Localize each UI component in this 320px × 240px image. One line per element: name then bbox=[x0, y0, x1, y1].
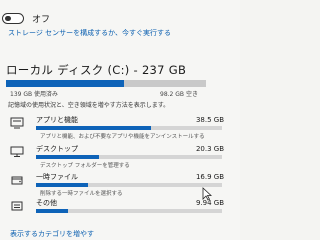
disk-title: ローカル ディスク (C:) - 237 GB bbox=[6, 63, 187, 77]
category-usage-bar bbox=[36, 126, 222, 130]
category-usage-fill bbox=[36, 155, 100, 159]
category-desktop[interactable]: デスクトップ 20.3 GB デスクトップ フォルダーを管理する bbox=[6, 144, 228, 174]
desktop-icon bbox=[10, 146, 24, 157]
category-name: 一時ファイル bbox=[36, 173, 78, 181]
disk-usage-bar bbox=[6, 80, 206, 87]
toggle-state-label: オフ bbox=[32, 15, 51, 25]
temp-files-icon bbox=[11, 176, 23, 185]
disk-usage-fill bbox=[6, 80, 124, 87]
category-usage-bar bbox=[36, 183, 222, 187]
free-space-text: 98.2 GB 空き bbox=[160, 91, 198, 98]
category-usage-fill bbox=[36, 209, 68, 213]
category-name: デスクトップ bbox=[36, 145, 78, 153]
category-usage-fill bbox=[36, 126, 152, 130]
mouse-cursor-icon bbox=[202, 187, 212, 201]
storage-sense-toggle-row: オフ bbox=[2, 12, 50, 25]
storage-settings-screen: オフ ストレージ センサーを構成するか、今すぐ実行する ローカル ディスク (C… bbox=[0, 0, 240, 240]
category-size: 38.5 GB bbox=[195, 116, 224, 124]
category-size: 20.3 GB bbox=[195, 145, 224, 153]
category-size: 16.9 GB bbox=[195, 173, 224, 181]
category-name: アプリと機能 bbox=[36, 116, 78, 124]
used-space-text: 139 GB 使用済み bbox=[10, 91, 59, 98]
category-description: デスクトップ フォルダーを管理する bbox=[40, 163, 130, 169]
category-description: アプリと機能、および不要なアプリや機能をアンインストールする bbox=[40, 134, 205, 140]
other-icon bbox=[11, 201, 23, 211]
category-usage-fill bbox=[36, 183, 89, 187]
apps-icon bbox=[10, 117, 24, 129]
category-name: その他 bbox=[36, 199, 57, 207]
category-usage-bar bbox=[36, 155, 222, 159]
show-more-categories-link[interactable]: 表示するカテゴリを増やす bbox=[10, 229, 94, 239]
category-usage-bar bbox=[36, 209, 222, 213]
storage-description: 記憶域の使用状況と、空き領域を増やす方法を表示します。 bbox=[8, 102, 170, 109]
configure-storage-sense-link[interactable]: ストレージ センサーを構成するか、今すぐ実行する bbox=[8, 28, 171, 38]
category-description: 削除する一時ファイルを選択する bbox=[40, 191, 123, 197]
category-other[interactable]: その他 9.94 GB bbox=[6, 198, 228, 228]
toggle-knob bbox=[5, 15, 11, 21]
category-apps[interactable]: アプリと機能 38.5 GB アプリと機能、および不要なアプリや機能をアンインス… bbox=[6, 115, 228, 145]
storage-sense-toggle[interactable] bbox=[2, 13, 24, 24]
